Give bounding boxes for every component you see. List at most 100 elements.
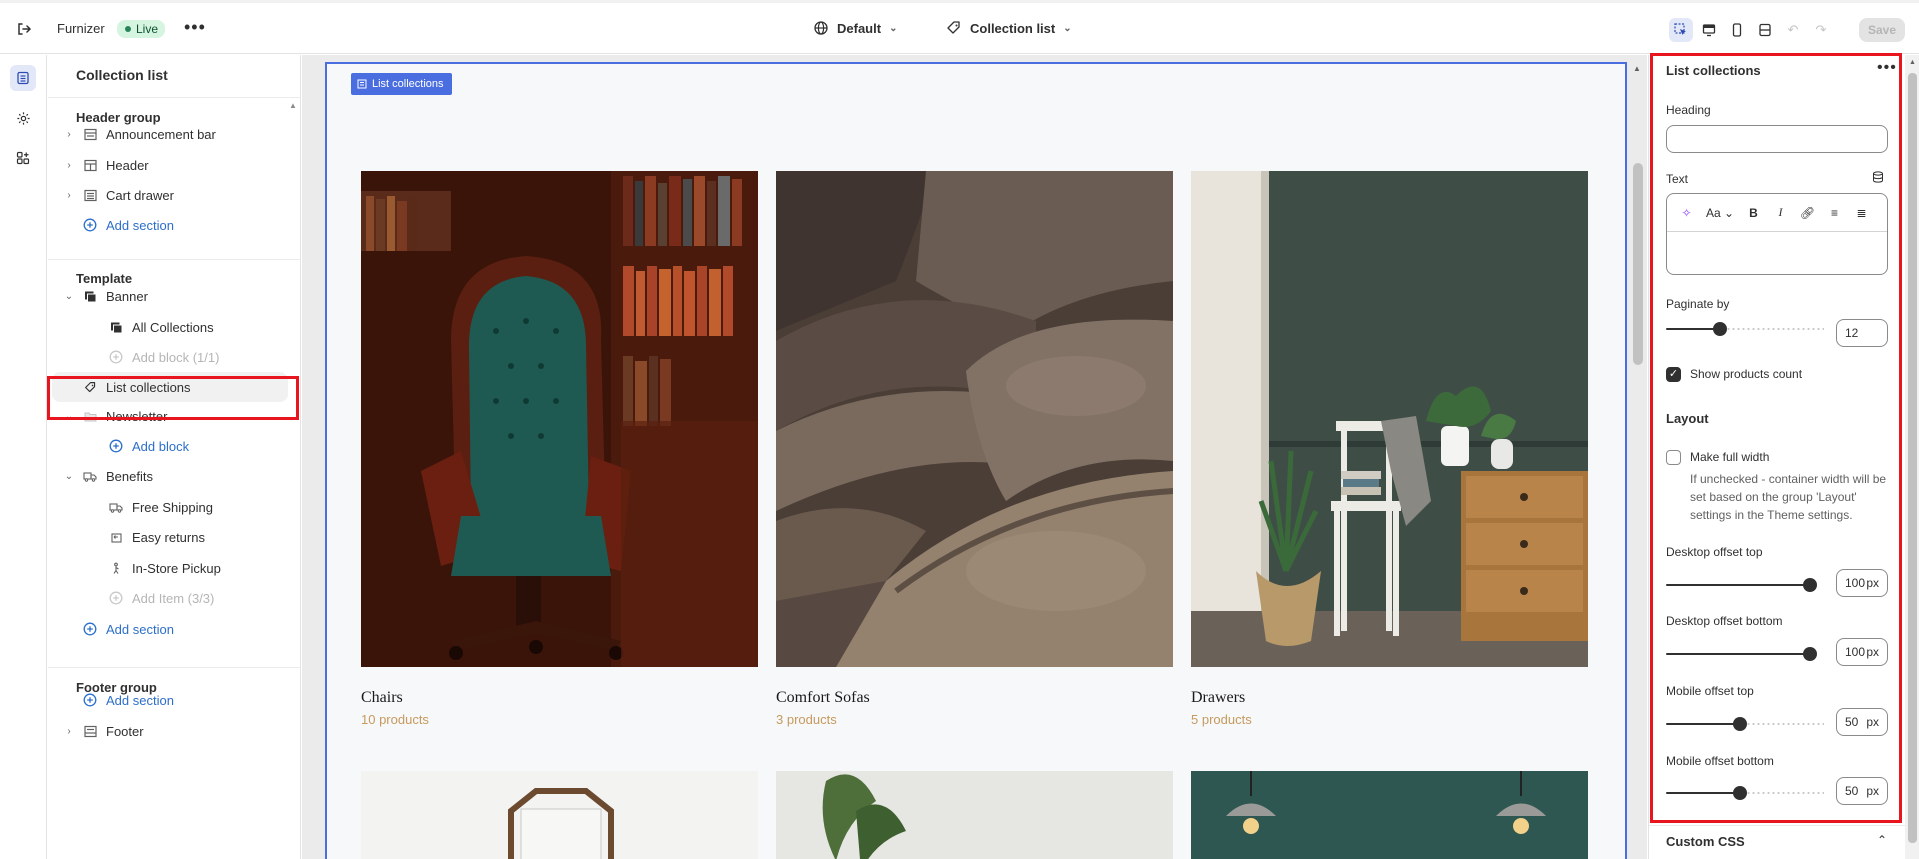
layout-icon bbox=[82, 157, 98, 173]
settings-panel: List collections ••• Heading Text ✧ Aa ⌄… bbox=[1648, 55, 1919, 859]
collection-card[interactable]: Drawers 5 products bbox=[1191, 171, 1588, 727]
chevron-right-icon[interactable]: › bbox=[62, 129, 76, 140]
preview-frame[interactable]: List collections Chairs 10 products Comf… bbox=[325, 62, 1627, 859]
sidebar-item-easy-returns[interactable]: Easy returns bbox=[48, 522, 287, 552]
truck-icon bbox=[108, 499, 124, 515]
desktop-offset-bottom-slider[interactable] bbox=[1666, 646, 1824, 662]
mobile-offset-bottom-input[interactable]: 50 px bbox=[1836, 777, 1888, 805]
custom-css-section[interactable]: Custom CSS bbox=[1666, 834, 1745, 849]
sidebar-item-in-store-pickup[interactable]: In-Store Pickup bbox=[48, 553, 287, 583]
panel-scrollbar[interactable]: ▲ bbox=[1905, 55, 1919, 859]
chevron-right-icon[interactable]: › bbox=[62, 726, 76, 737]
slider-handle[interactable] bbox=[1713, 322, 1727, 336]
exit-icon[interactable] bbox=[14, 19, 34, 39]
globe-icon bbox=[814, 21, 828, 35]
make-full-width-checkbox[interactable] bbox=[1666, 450, 1681, 465]
plus-circle-icon bbox=[82, 621, 98, 637]
italic-icon[interactable]: I bbox=[1767, 205, 1794, 220]
chevron-down-icon[interactable]: ⌄ bbox=[62, 291, 76, 302]
chevron-right-icon[interactable]: › bbox=[62, 160, 76, 171]
add-block-button-banner[interactable]: Add block (1/1) bbox=[48, 342, 287, 372]
scroll-up-icon[interactable]: ▲ bbox=[1633, 64, 1641, 73]
paginate-input[interactable]: 12 bbox=[1836, 319, 1888, 347]
chevron-down-icon[interactable]: ⌄ bbox=[62, 471, 76, 482]
collection-image-drawers[interactable] bbox=[1191, 171, 1588, 667]
add-block-button-newsletter[interactable]: Add block bbox=[48, 431, 287, 461]
text-format-icon[interactable]: Aa ⌄ bbox=[1700, 206, 1740, 220]
left-rail bbox=[0, 55, 47, 859]
collection-image-row2-1[interactable] bbox=[361, 771, 758, 859]
mobile-icon[interactable] bbox=[1725, 18, 1749, 42]
collection-image-row2-3[interactable] bbox=[1191, 771, 1588, 859]
theme-label: Default bbox=[837, 20, 882, 36]
paginate-slider[interactable] bbox=[1666, 321, 1824, 337]
heading-input[interactable] bbox=[1666, 125, 1888, 153]
theme-selector[interactable]: Default ⌄ bbox=[813, 20, 897, 36]
sidebar-scrollbar[interactable]: ▲ bbox=[286, 97, 300, 857]
sections-icon[interactable] bbox=[10, 65, 36, 91]
sidebar-item-footer[interactable]: › Footer bbox=[48, 716, 287, 746]
collection-name[interactable]: Comfort Sofas bbox=[776, 689, 1173, 707]
add-section-button-footer[interactable]: Add section bbox=[48, 685, 287, 715]
sidebar-item-announcement-bar[interactable]: › Announcement bar bbox=[48, 119, 287, 149]
redo-icon[interactable]: ↷ bbox=[1809, 18, 1833, 42]
mobile-offset-bottom-label: Mobile offset bottom bbox=[1666, 754, 1774, 768]
add-item-button-benefits[interactable]: Add Item (3/3) bbox=[48, 583, 287, 613]
collection-image-row2-2[interactable] bbox=[776, 771, 1173, 859]
add-section-button-template[interactable]: Add section bbox=[48, 614, 287, 644]
page-selector[interactable]: Collection list ⌄ bbox=[946, 20, 1072, 36]
collection-image-comfort-sofas[interactable] bbox=[776, 171, 1173, 667]
top-bar: Furnizer Live ••• Default ⌄ Collection l… bbox=[0, 0, 1919, 54]
save-button[interactable]: Save bbox=[1859, 18, 1905, 42]
slider-handle[interactable] bbox=[1803, 578, 1817, 592]
mobile-offset-bottom-slider[interactable] bbox=[1666, 785, 1824, 801]
undo-icon[interactable]: ↶ bbox=[1781, 18, 1805, 42]
collection-count: 5 products bbox=[1191, 712, 1252, 727]
desktop-offset-top-slider[interactable] bbox=[1666, 577, 1824, 593]
gear-icon[interactable] bbox=[10, 105, 36, 131]
sidebar-item-header[interactable]: › Header bbox=[48, 150, 287, 180]
desktop-offset-top-input[interactable]: 100 px bbox=[1836, 569, 1888, 597]
bullet-list-icon[interactable]: ≡ bbox=[1821, 206, 1848, 220]
desktop-icon[interactable] bbox=[1697, 18, 1721, 42]
chevron-up-icon[interactable]: ⌃ bbox=[1877, 833, 1887, 847]
text-editor[interactable]: ✧ Aa ⌄ B I 🔗︎ ≡ ≣ bbox=[1666, 193, 1888, 275]
chevron-down-icon: ⌄ bbox=[1063, 22, 1072, 34]
slider-handle[interactable] bbox=[1733, 786, 1747, 800]
more-icon[interactable]: ••• bbox=[1877, 59, 1897, 77]
sidebar-item-banner[interactable]: ⌄ Banner bbox=[48, 281, 287, 311]
collection-name[interactable]: Drawers bbox=[1191, 689, 1588, 707]
desktop-offset-top-label: Desktop offset top bbox=[1666, 545, 1763, 559]
show-products-count-checkbox[interactable]: ✓ bbox=[1666, 367, 1681, 382]
sidebar-item-cart-drawer[interactable]: › Cart drawer bbox=[48, 180, 287, 210]
database-icon[interactable] bbox=[1872, 171, 1884, 186]
inspector-icon[interactable] bbox=[1669, 18, 1693, 42]
sparkle-icon[interactable]: ✧ bbox=[1673, 206, 1700, 220]
apps-icon[interactable] bbox=[10, 145, 36, 171]
bold-icon[interactable]: B bbox=[1740, 206, 1767, 220]
collection-count: 3 products bbox=[776, 712, 837, 727]
collection-card[interactable]: Chairs 10 products bbox=[361, 171, 758, 727]
more-icon[interactable]: ••• bbox=[184, 17, 206, 38]
sidebar-item-benefits[interactable]: ⌄ Benefits bbox=[48, 461, 287, 491]
sidebar-item-all-collections[interactable]: All Collections bbox=[48, 312, 287, 342]
selected-section-tag[interactable]: List collections bbox=[351, 73, 452, 95]
sidebar-item-free-shipping[interactable]: Free Shipping bbox=[48, 492, 287, 522]
mobile-offset-top-slider[interactable] bbox=[1666, 716, 1824, 732]
mobile-offset-top-input[interactable]: 50 px bbox=[1836, 708, 1888, 736]
numbered-list-icon[interactable]: ≣ bbox=[1848, 206, 1875, 220]
plus-circle-icon bbox=[82, 692, 98, 708]
collection-image-chairs[interactable] bbox=[361, 171, 758, 667]
collection-card[interactable]: Comfort Sofas 3 products bbox=[776, 171, 1173, 727]
link-icon[interactable]: 🔗︎ bbox=[1794, 206, 1821, 220]
collection-name[interactable]: Chairs bbox=[361, 689, 758, 707]
preview-scrollbar[interactable]: ▲ bbox=[1629, 55, 1647, 859]
slider-handle[interactable] bbox=[1733, 717, 1747, 731]
layout-icon bbox=[82, 126, 98, 142]
add-section-button-header[interactable]: Add section bbox=[48, 210, 287, 240]
desktop-offset-bottom-input[interactable]: 100 px bbox=[1836, 638, 1888, 666]
person-walk-icon bbox=[108, 560, 124, 576]
slider-handle[interactable] bbox=[1803, 647, 1817, 661]
fullscreen-icon[interactable] bbox=[1753, 18, 1777, 42]
chevron-right-icon[interactable]: › bbox=[62, 190, 76, 201]
